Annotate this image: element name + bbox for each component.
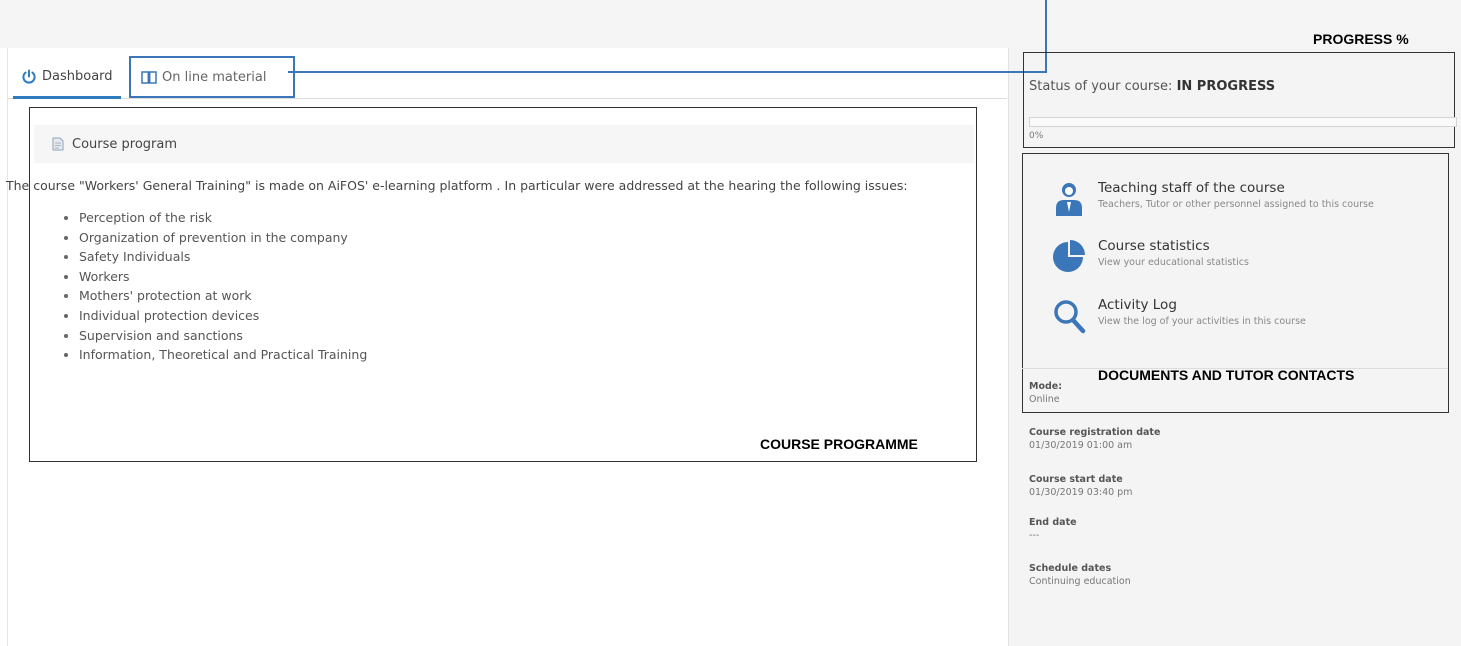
course-program-title: Course program: [72, 136, 178, 152]
annotation-connector-horizontal: [288, 71, 1047, 73]
teacher-icon: [1056, 183, 1082, 216]
course-status: Status of your course: IN PROGRESS: [1029, 79, 1275, 94]
course-topics-list: Perception of the risk Organization of p…: [64, 208, 367, 365]
start-date-value: 01/30/2019 03:40 pm: [1029, 487, 1133, 498]
tab-dashboard[interactable]: Dashboard: [13, 57, 121, 99]
list-item: Workers: [64, 267, 367, 287]
progress-bar: [1029, 117, 1457, 127]
status-value: IN PROGRESS: [1176, 79, 1276, 94]
schedule-label: Schedule dates: [1029, 563, 1112, 574]
search-icon: [1054, 300, 1086, 334]
end-date-label: End date: [1029, 517, 1077, 528]
registration-date-info: Course registration date 01/30/2019 01:0…: [1029, 427, 1160, 451]
tab-dashboard-label: Dashboard: [42, 69, 113, 84]
status-prefix: Status of your course:: [1029, 79, 1173, 94]
course-program-intro: The course "Workers' General Training" i…: [6, 178, 908, 193]
activity-log-link[interactable]: Activity Log View the log of your activi…: [1052, 297, 1306, 335]
schedule-value: Continuing education: [1029, 576, 1131, 587]
list-item: Organization of prevention in the compan…: [64, 228, 367, 248]
tab-online-material[interactable]: On line material: [129, 56, 295, 98]
tab-online-material-label: On line material: [162, 69, 267, 85]
teaching-staff-subtitle: Teachers, Tutor or other personnel assig…: [1098, 199, 1374, 210]
course-statistics-subtitle: View your educational statistics: [1098, 257, 1249, 268]
end-date-value: ---: [1029, 530, 1040, 541]
course-program-header: Course program: [34, 125, 974, 163]
status-panel: [1023, 52, 1455, 148]
mode-info: Mode: Online: [1029, 381, 1062, 405]
schedule-info: Schedule dates Continuing education: [1029, 563, 1131, 587]
documents-annotation: DOCUMENTS AND TUTOR CONTACTS: [1098, 367, 1355, 383]
end-date-info: End date ---: [1029, 517, 1077, 541]
activity-log-title: Activity Log: [1098, 297, 1177, 313]
tab-bar: Dashboard On line material: [7, 56, 1007, 99]
top-strip: [0, 0, 1461, 48]
mode-value: Online: [1029, 394, 1060, 405]
book-icon: [141, 71, 157, 84]
course-statistics-title: Course statistics: [1098, 238, 1210, 254]
list-item: Perception of the risk: [64, 208, 367, 228]
activity-log-subtitle: View the log of your activities in this …: [1098, 316, 1306, 327]
pie-chart-icon: [1053, 240, 1085, 272]
list-item: Mothers' protection at work: [64, 286, 367, 306]
mode-label: Mode:: [1029, 381, 1063, 392]
registration-date-value: 01/30/2019 01:00 am: [1029, 440, 1133, 451]
start-date-label: Course start date: [1029, 474, 1123, 485]
list-item: Safety Individuals: [64, 247, 367, 267]
teaching-staff-title: Teaching staff of the course: [1098, 180, 1285, 196]
progress-percent: 0%: [1029, 131, 1044, 141]
teaching-staff-link[interactable]: Teaching staff of the course Teachers, T…: [1052, 180, 1374, 218]
list-item: Supervision and sanctions: [64, 326, 367, 346]
list-item: Individual protection devices: [64, 306, 367, 326]
registration-date-label: Course registration date: [1029, 427, 1161, 438]
start-date-info: Course start date 01/30/2019 03:40 pm: [1029, 474, 1132, 498]
course-programme-annotation: COURSE PROGRAMME: [760, 436, 918, 452]
power-icon: [22, 69, 36, 84]
course-statistics-link[interactable]: Course statistics View your educational …: [1052, 238, 1249, 276]
list-item: Information, Theoretical and Practical T…: [64, 345, 367, 365]
progress-annotation: PROGRESS %: [1313, 31, 1409, 47]
document-icon: [52, 137, 64, 151]
